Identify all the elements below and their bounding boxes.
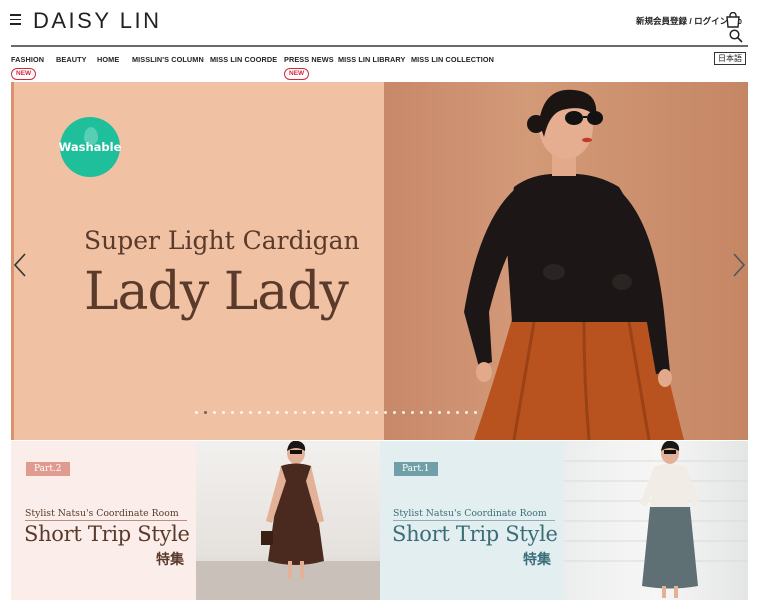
new-badge: NEW <box>11 68 37 80</box>
hero-text-panel: Washable Super Light Cardigan Lady Lady <box>11 82 384 440</box>
carousel-dot[interactable] <box>393 411 396 414</box>
header-divider <box>11 45 748 47</box>
carousel-dot[interactable] <box>249 411 252 414</box>
carousel-dot[interactable] <box>420 411 423 414</box>
hero-title: Lady Lady <box>84 262 349 322</box>
carousel-dot[interactable] <box>384 411 387 414</box>
nav-item-miss-lin-library[interactable]: MISS LIN LIBRARY <box>338 55 405 64</box>
menu-icon[interactable] <box>10 14 21 26</box>
carousel-dot[interactable] <box>303 411 306 414</box>
carousel-dot[interactable] <box>348 411 351 414</box>
carousel-dot[interactable] <box>222 411 225 414</box>
carousel-dot[interactable] <box>330 411 333 414</box>
tile-part1-text[interactable]: Part.1 Stylist Natsu's Coordinate Room S… <box>380 441 564 600</box>
carousel-dot[interactable] <box>312 411 315 414</box>
carousel-dot[interactable] <box>465 411 468 414</box>
carousel-dot[interactable] <box>267 411 270 414</box>
nav-item-miss-lin-collection[interactable]: MISS LIN COLLECTION <box>411 55 494 64</box>
carousel-dot[interactable] <box>231 411 234 414</box>
part-badge: Part.1 <box>394 462 438 476</box>
nav-item-press-news[interactable]: PRESS NEWS <box>284 55 334 64</box>
model-photo <box>196 441 380 600</box>
register-login-link[interactable]: 新規会員登録 / ログイン <box>636 15 728 27</box>
nav-item-misslins-column[interactable]: MISSLIN'S COLUMN <box>132 55 204 64</box>
carousel-dot[interactable] <box>438 411 441 414</box>
nav-item-fashion[interactable]: FASHION <box>11 55 44 64</box>
tile-subtitle: Stylist Natsu's Coordinate Room <box>25 508 179 519</box>
feature-tiles: Part.2 Stylist Natsu's Coordinate Room S… <box>11 441 748 600</box>
carousel-dot[interactable] <box>375 411 378 414</box>
tile-divider <box>393 520 555 521</box>
washable-badge: Washable <box>59 117 121 177</box>
carousel-dot[interactable] <box>402 411 405 414</box>
tile-subtitle: Stylist Natsu's Coordinate Room <box>393 508 547 519</box>
hero-carousel[interactable]: Washable Super Light Cardigan Lady Lady <box>11 82 748 440</box>
model-illustration <box>464 89 684 440</box>
carousel-pagination[interactable] <box>195 411 477 417</box>
tile-feature-label: 特集 <box>523 552 551 568</box>
carousel-dot[interactable] <box>366 411 369 414</box>
carousel-dot[interactable] <box>339 411 342 414</box>
tile-feature-label: 特集 <box>156 552 184 568</box>
carousel-dot[interactable] <box>474 411 477 414</box>
nav-item-beauty[interactable]: BEAUTY <box>56 55 87 64</box>
carousel-next-arrow[interactable] <box>732 252 746 278</box>
nav-item-miss-lin-coorde[interactable]: MISS LIN COORDE <box>210 55 277 64</box>
carousel-dot[interactable] <box>321 411 324 414</box>
tile-divider <box>25 520 187 521</box>
carousel-dot[interactable] <box>258 411 261 414</box>
tile-title: Short Trip Style <box>24 522 190 546</box>
carousel-dot[interactable] <box>240 411 243 414</box>
carousel-dot[interactable] <box>456 411 459 414</box>
new-badge: NEW <box>284 68 310 80</box>
carousel-dot[interactable] <box>357 411 360 414</box>
carousel-dot[interactable] <box>429 411 432 414</box>
part-badge: Part.2 <box>26 462 70 476</box>
carousel-dot[interactable] <box>285 411 288 414</box>
model-photo <box>564 441 748 598</box>
carousel-dot[interactable] <box>195 411 198 414</box>
site-header: DAISY LIN 新規会員登録 / ログイン 0 <box>0 0 760 47</box>
hero-subtitle: Super Light Cardigan <box>84 226 360 255</box>
carousel-dot[interactable] <box>411 411 414 414</box>
nav-item-home[interactable]: HOME <box>97 55 119 64</box>
tile-part2-photo[interactable] <box>196 441 380 600</box>
carousel-dot[interactable] <box>213 411 216 414</box>
carousel-dot[interactable] <box>294 411 297 414</box>
cart-count: 0 <box>738 19 742 26</box>
hero-model-photo <box>384 82 748 440</box>
carousel-prev-arrow[interactable] <box>13 252 27 278</box>
tile-part1-photo[interactable] <box>564 441 748 600</box>
search-icon[interactable] <box>729 29 743 43</box>
language-selector[interactable]: 日本語 <box>714 52 746 65</box>
tile-part2-text[interactable]: Part.2 Stylist Natsu's Coordinate Room S… <box>11 441 196 600</box>
carousel-dot[interactable] <box>204 411 207 414</box>
tile-title: Short Trip Style <box>392 522 558 546</box>
carousel-dot[interactable] <box>447 411 450 414</box>
site-logo[interactable]: DAISY LIN <box>33 8 161 34</box>
carousel-dot[interactable] <box>276 411 279 414</box>
